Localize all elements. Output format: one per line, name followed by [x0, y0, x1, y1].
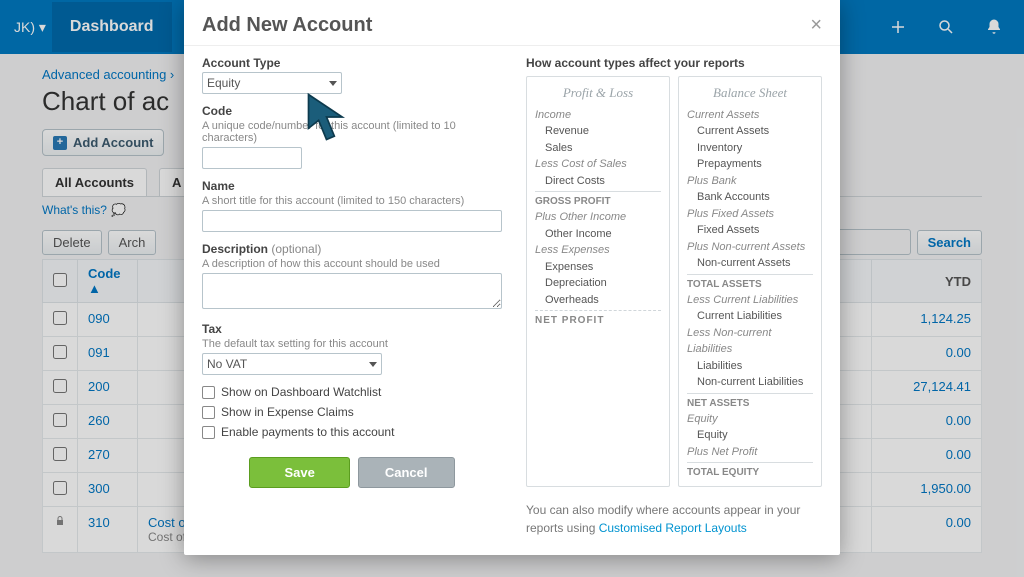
profit-loss-card: Profit & Loss IncomeRevenueSalesLess Cos… — [526, 76, 670, 487]
report-section: Plus Net Profit — [687, 444, 813, 461]
report-item: Revenue — [535, 123, 661, 140]
modal-title: Add New Account — [202, 14, 372, 37]
bs-title: Balance Sheet — [687, 83, 813, 103]
description-input[interactable] — [202, 273, 502, 309]
info-footer: You can also modify where accounts appea… — [526, 501, 822, 537]
report-section: Income — [535, 107, 661, 124]
modal-form: Account Type Equity Code A unique code/n… — [202, 56, 502, 537]
report-item: Other Income — [535, 226, 661, 243]
report-item: Current Assets — [687, 123, 813, 140]
tax-label: Tax — [202, 322, 502, 336]
account-type-label: Account Type — [202, 56, 502, 70]
report-section: Plus Other Income — [535, 209, 661, 226]
name-hint: A short title for this account (limited … — [202, 195, 502, 207]
report-section: Equity — [687, 411, 813, 428]
report-section: Less Expenses — [535, 242, 661, 259]
report-layouts-link[interactable]: Customised Report Layouts — [599, 521, 747, 535]
report-item: Bank Accounts — [687, 189, 813, 206]
report-item: Non-current Assets — [687, 255, 813, 272]
modal-info: How account types affect your reports Pr… — [526, 56, 822, 537]
report-section: Plus Fixed Assets — [687, 206, 813, 223]
description-hint: A description of how this account should… — [202, 258, 502, 270]
report-item: Liabilities — [687, 358, 813, 375]
info-heading: How account types affect your reports — [526, 56, 822, 70]
tax-hint: The default tax setting for this account — [202, 338, 502, 350]
report-item: Depreciation — [535, 275, 661, 292]
report-total: TOTAL ASSETS — [687, 274, 813, 292]
chevron-down-icon — [329, 81, 337, 86]
report-section: Current Assets — [687, 107, 813, 124]
report-item: Prepayments — [687, 156, 813, 173]
report-section: Plus Non-current Assets — [687, 239, 813, 256]
account-type-dropdown[interactable]: Equity — [202, 72, 342, 94]
report-section: Less Non-current Liabilities — [687, 325, 813, 358]
report-item: Inventory — [687, 140, 813, 157]
report-item: Equity — [687, 427, 813, 444]
save-button[interactable]: Save — [249, 457, 349, 488]
report-total: GROSS PROFIT — [535, 191, 661, 209]
name-label: Name — [202, 179, 502, 193]
add-account-modal: Add New Account × Account Type Equity Co… — [184, 0, 840, 555]
report-item: Non-current Liabilities — [687, 374, 813, 391]
report-item: Fixed Assets — [687, 222, 813, 239]
modal-overlay: Add New Account × Account Type Equity Co… — [0, 0, 1024, 577]
watchlist-checkbox[interactable]: Show on Dashboard Watchlist — [202, 385, 502, 399]
description-label: Description (optional) — [202, 242, 502, 256]
tax-dropdown[interactable]: No VAT — [202, 353, 382, 375]
cancel-button[interactable]: Cancel — [358, 457, 455, 488]
report-net: NET PROFIT — [535, 310, 661, 328]
expense-claims-checkbox[interactable]: Show in Expense Claims — [202, 405, 502, 419]
report-section: Less Current Liabilities — [687, 292, 813, 309]
code-label: Code — [202, 104, 502, 118]
enable-payments-checkbox[interactable]: Enable payments to this account — [202, 425, 502, 439]
chevron-down-icon — [369, 362, 377, 367]
report-total: NET ASSETS — [687, 393, 813, 411]
name-input[interactable] — [202, 210, 502, 232]
code-hint: A unique code/number for this account (l… — [202, 120, 502, 144]
code-input[interactable] — [202, 147, 302, 169]
balance-sheet-card: Balance Sheet Current AssetsCurrent Asse… — [678, 76, 822, 487]
report-item: Sales — [535, 140, 661, 157]
report-item: Expenses — [535, 259, 661, 276]
report-item: Direct Costs — [535, 173, 661, 190]
report-total: TOTAL EQUITY — [687, 462, 813, 480]
report-item: Current Liabilities — [687, 308, 813, 325]
report-item: Overheads — [535, 292, 661, 309]
report-section: Less Cost of Sales — [535, 156, 661, 173]
report-section: Plus Bank — [687, 173, 813, 190]
pl-title: Profit & Loss — [535, 83, 661, 103]
close-icon[interactable]: × — [810, 14, 822, 37]
